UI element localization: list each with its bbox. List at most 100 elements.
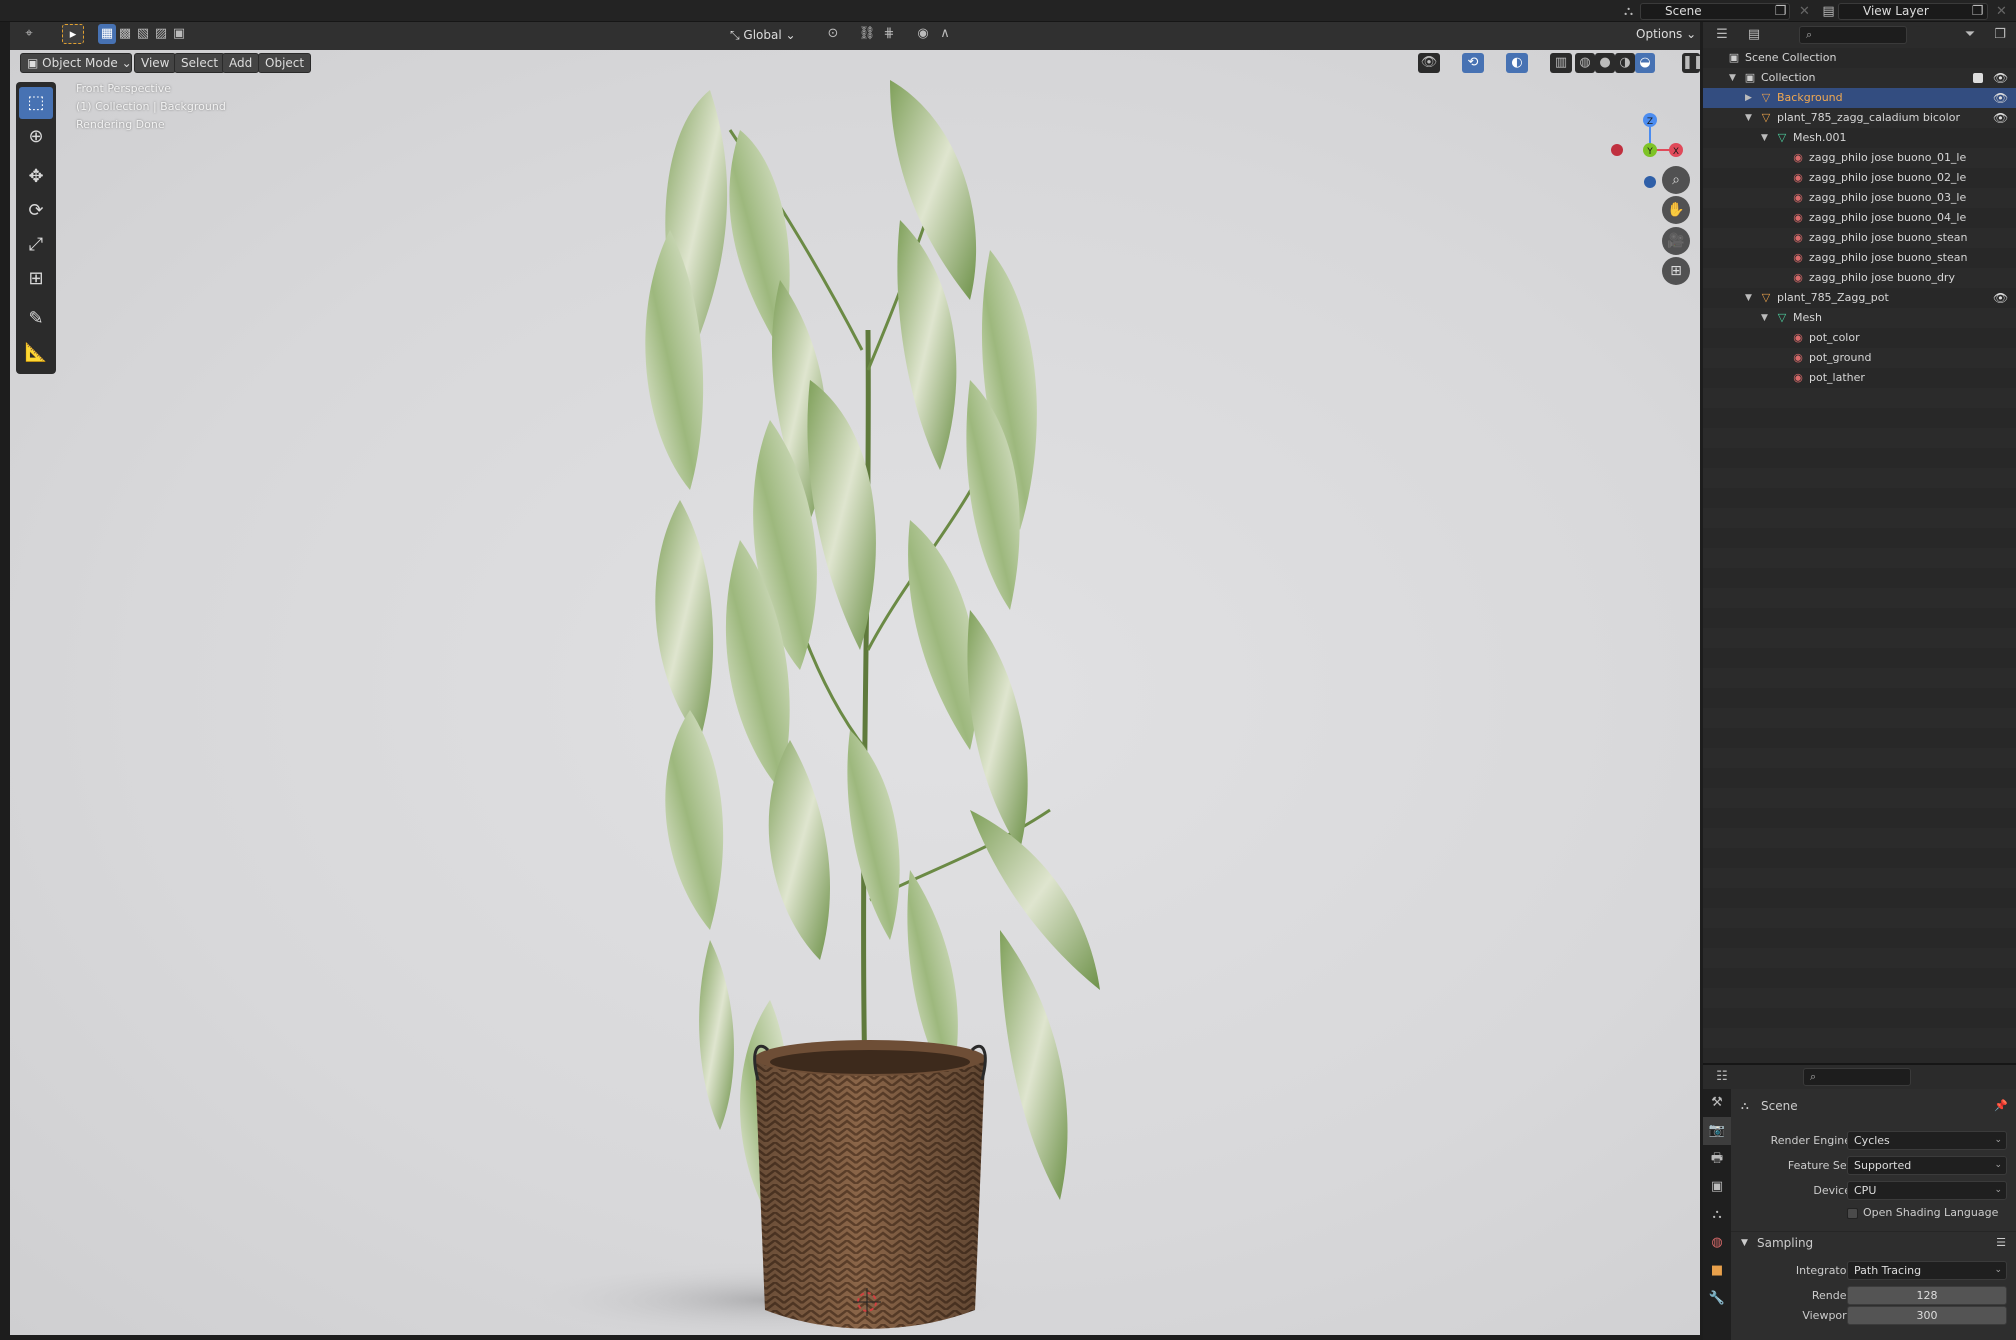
render-samples-field[interactable]: 128 bbox=[1847, 1286, 2007, 1305]
disclosure-triangle-icon[interactable]: ▼ bbox=[1761, 308, 1768, 328]
outliner-row[interactable]: ◉ zagg_philo jose buono_04_le bbox=[1703, 208, 2016, 228]
view-layer-selector[interactable]: View Layer bbox=[1838, 3, 1988, 20]
modifier-tab-icon[interactable]: 🔧 bbox=[1703, 1285, 1731, 1313]
view-layer-icon[interactable]: ▤ bbox=[1820, 3, 1837, 20]
outliner-row-label: zagg_philo jose buono_02_le bbox=[1809, 171, 1967, 184]
integrator-label: Integrator bbox=[1795, 1264, 1851, 1277]
outliner-row-label: zagg_philo jose buono_01_le bbox=[1809, 151, 1967, 164]
sampling-panel-header[interactable]: ▼ Sampling ☰ bbox=[1731, 1231, 2016, 1253]
disclosure-triangle-icon[interactable]: ▼ bbox=[1745, 288, 1752, 308]
feature-set-label: Feature Set bbox=[1787, 1159, 1851, 1172]
object-icon: ▽ bbox=[1761, 111, 1771, 124]
outliner-row[interactable]: ◉ zagg_philo jose buono_dry bbox=[1703, 268, 2016, 288]
render-engine-dropdown[interactable]: Cycles ⌄ bbox=[1847, 1131, 2007, 1150]
outliner-row[interactable]: ▣ Scene Collection bbox=[1703, 48, 2016, 68]
object-tab-icon[interactable]: ■ bbox=[1703, 1257, 1731, 1285]
delete-view-layer-icon[interactable]: ✕ bbox=[1993, 3, 2010, 20]
outliner-row[interactable]: ◉ zagg_philo jose buono_stean bbox=[1703, 248, 2016, 268]
options-label: Options bbox=[1636, 27, 1683, 41]
device-dropdown[interactable]: CPU ⌄ bbox=[1847, 1181, 2007, 1200]
tool-tab-icon[interactable]: ⚒ bbox=[1703, 1089, 1731, 1117]
outliner-row[interactable]: ◉ pot_color bbox=[1703, 328, 2016, 348]
outliner-row[interactable]: ▶ ▽ Background 👁 bbox=[1703, 88, 2016, 108]
properties-search-input[interactable]: ⌕ bbox=[1803, 1068, 1911, 1086]
display-mode-icon[interactable]: ▤ bbox=[1743, 25, 1765, 45]
pin-icon[interactable]: 📌 bbox=[1994, 1095, 2008, 1117]
view-layer-tab-icon[interactable]: ▣ bbox=[1703, 1173, 1731, 1201]
outliner-row[interactable]: ▼ ▣ Collection 👁 bbox=[1703, 68, 2016, 88]
outliner-row-label: plant_785_zagg_caladium bicolor bbox=[1777, 111, 1960, 124]
material-icon: ◉ bbox=[1793, 191, 1803, 204]
new-collection-icon[interactable]: ❐ bbox=[1989, 25, 2011, 45]
outliner-row[interactable]: ◉ zagg_philo jose buono_stean bbox=[1703, 228, 2016, 248]
options-dropdown[interactable]: Options ⌄ bbox=[1630, 25, 1702, 45]
scene-tab-icon[interactable]: ⛬ bbox=[1703, 1201, 1731, 1229]
properties-editor-type-icon[interactable]: ☷ bbox=[1711, 1067, 1733, 1087]
disclosure-triangle-icon[interactable]: ▼ bbox=[1761, 128, 1768, 148]
chevron-down-icon: ⌄ bbox=[1994, 1160, 2002, 1170]
outliner-row[interactable]: ◉ zagg_philo jose buono_03_le bbox=[1703, 188, 2016, 208]
3d-viewport[interactable]: ▣ Object Mode ⌄ View Select Add Object 👁… bbox=[10, 50, 1700, 1335]
visibility-eye-icon[interactable]: 👁 bbox=[1993, 288, 2008, 308]
outliner-row[interactable]: ▼ ▽ Mesh bbox=[1703, 308, 2016, 328]
select-mode-intersect-icon[interactable]: ▣ bbox=[170, 24, 188, 44]
chevron-down-icon: ▼ bbox=[1741, 1238, 1748, 1248]
disclosure-triangle-icon[interactable]: ▶ bbox=[1745, 88, 1752, 108]
new-view-layer-icon[interactable]: ❐ bbox=[1969, 3, 1986, 20]
viewport-samples-value: 300 bbox=[1916, 1309, 1938, 1322]
osl-checkbox[interactable] bbox=[1847, 1208, 1858, 1219]
outliner-row-label: zagg_philo jose buono_dry bbox=[1809, 271, 1955, 284]
outliner-row[interactable]: ◉ pot_ground bbox=[1703, 348, 2016, 368]
feature-set-dropdown[interactable]: Supported ⌄ bbox=[1847, 1156, 2007, 1175]
editor-type-icon[interactable]: ⌖ bbox=[18, 24, 40, 44]
properties-panel: ⛬ Scene 📌 Render Engine Cycles ⌄ Feature … bbox=[1731, 1089, 2016, 1340]
outliner-row[interactable]: ▼ ▽ Mesh.001 bbox=[1703, 128, 2016, 148]
object-icon: ▽ bbox=[1761, 291, 1771, 304]
proportional-edit-icon[interactable]: ◉ bbox=[912, 24, 934, 44]
material-icon: ◉ bbox=[1793, 151, 1803, 164]
mesh-icon: ▽ bbox=[1777, 131, 1787, 144]
select-mode-new-icon[interactable]: ▦ bbox=[98, 24, 116, 44]
visibility-eye-icon[interactable]: 👁 bbox=[1993, 88, 2008, 108]
select-mode-invert-icon[interactable]: ▨ bbox=[152, 24, 170, 44]
select-mode-extend-icon[interactable]: ▩ bbox=[116, 24, 134, 44]
select-mode-subtract-icon[interactable]: ▧ bbox=[134, 24, 152, 44]
outliner-row[interactable]: ◉ pot_lather bbox=[1703, 368, 2016, 388]
select-tool-icon[interactable]: ▸ bbox=[62, 24, 84, 44]
material-icon: ◉ bbox=[1793, 371, 1803, 384]
render-samples-value: 128 bbox=[1916, 1289, 1938, 1302]
properties-context-label: Scene bbox=[1761, 1099, 1798, 1113]
disclosure-triangle-icon[interactable]: ▼ bbox=[1745, 108, 1752, 128]
filter-icon[interactable]: ⏷ bbox=[1959, 25, 1981, 45]
delete-scene-icon[interactable]: ✕ bbox=[1796, 3, 1813, 20]
integrator-value: Path Tracing bbox=[1854, 1264, 1922, 1277]
render-tab-icon[interactable]: 📷 bbox=[1703, 1117, 1731, 1145]
snap-target-icon[interactable]: ⋕ bbox=[878, 24, 900, 44]
visibility-eye-icon[interactable]: 👁 bbox=[1993, 108, 2008, 128]
exclude-checkbox[interactable] bbox=[1973, 73, 1983, 83]
outliner-search-input[interactable]: ⌕ bbox=[1799, 26, 1907, 44]
integrator-dropdown[interactable]: Path Tracing ⌄ bbox=[1847, 1261, 2007, 1280]
disclosure-triangle-icon[interactable]: ▼ bbox=[1729, 68, 1736, 88]
outliner-row[interactable]: ▼ ▽ plant_785_zagg_caladium bicolor 👁 bbox=[1703, 108, 2016, 128]
world-tab-icon[interactable]: ◍ bbox=[1703, 1229, 1731, 1257]
scene-selector[interactable]: Scene bbox=[1640, 3, 1790, 20]
material-icon: ◉ bbox=[1793, 231, 1803, 244]
pivot-point-icon[interactable]: ⊙ bbox=[822, 24, 844, 44]
output-tab-icon[interactable]: 🖶 bbox=[1703, 1145, 1731, 1173]
snap-icon[interactable]: ⛓ bbox=[856, 24, 878, 44]
scene-icon[interactable]: ⛬ bbox=[1620, 3, 1637, 20]
outliner-row[interactable]: ▼ ▽ plant_785_Zagg_pot 👁 bbox=[1703, 288, 2016, 308]
presets-list-icon[interactable]: ☰ bbox=[1996, 1232, 2006, 1254]
viewport-samples-field[interactable]: 300 bbox=[1847, 1306, 2007, 1325]
outliner-row-label: Scene Collection bbox=[1745, 51, 1837, 64]
new-scene-icon[interactable]: ❐ bbox=[1772, 3, 1789, 20]
feature-set-value: Supported bbox=[1854, 1159, 1912, 1172]
visibility-eye-icon[interactable]: 👁 bbox=[1993, 68, 2008, 88]
outliner-row[interactable]: ◉ zagg_philo jose buono_02_le bbox=[1703, 168, 2016, 188]
transform-orientation-dropdown[interactable]: ⤡ Global ⌄ bbox=[730, 25, 822, 45]
falloff-icon[interactable]: ∧ bbox=[934, 24, 956, 44]
outliner-row[interactable]: ◉ zagg_philo jose buono_01_le bbox=[1703, 148, 2016, 168]
outliner-editor-type-icon[interactable]: ☰ bbox=[1711, 25, 1733, 45]
material-icon: ◉ bbox=[1793, 251, 1803, 264]
